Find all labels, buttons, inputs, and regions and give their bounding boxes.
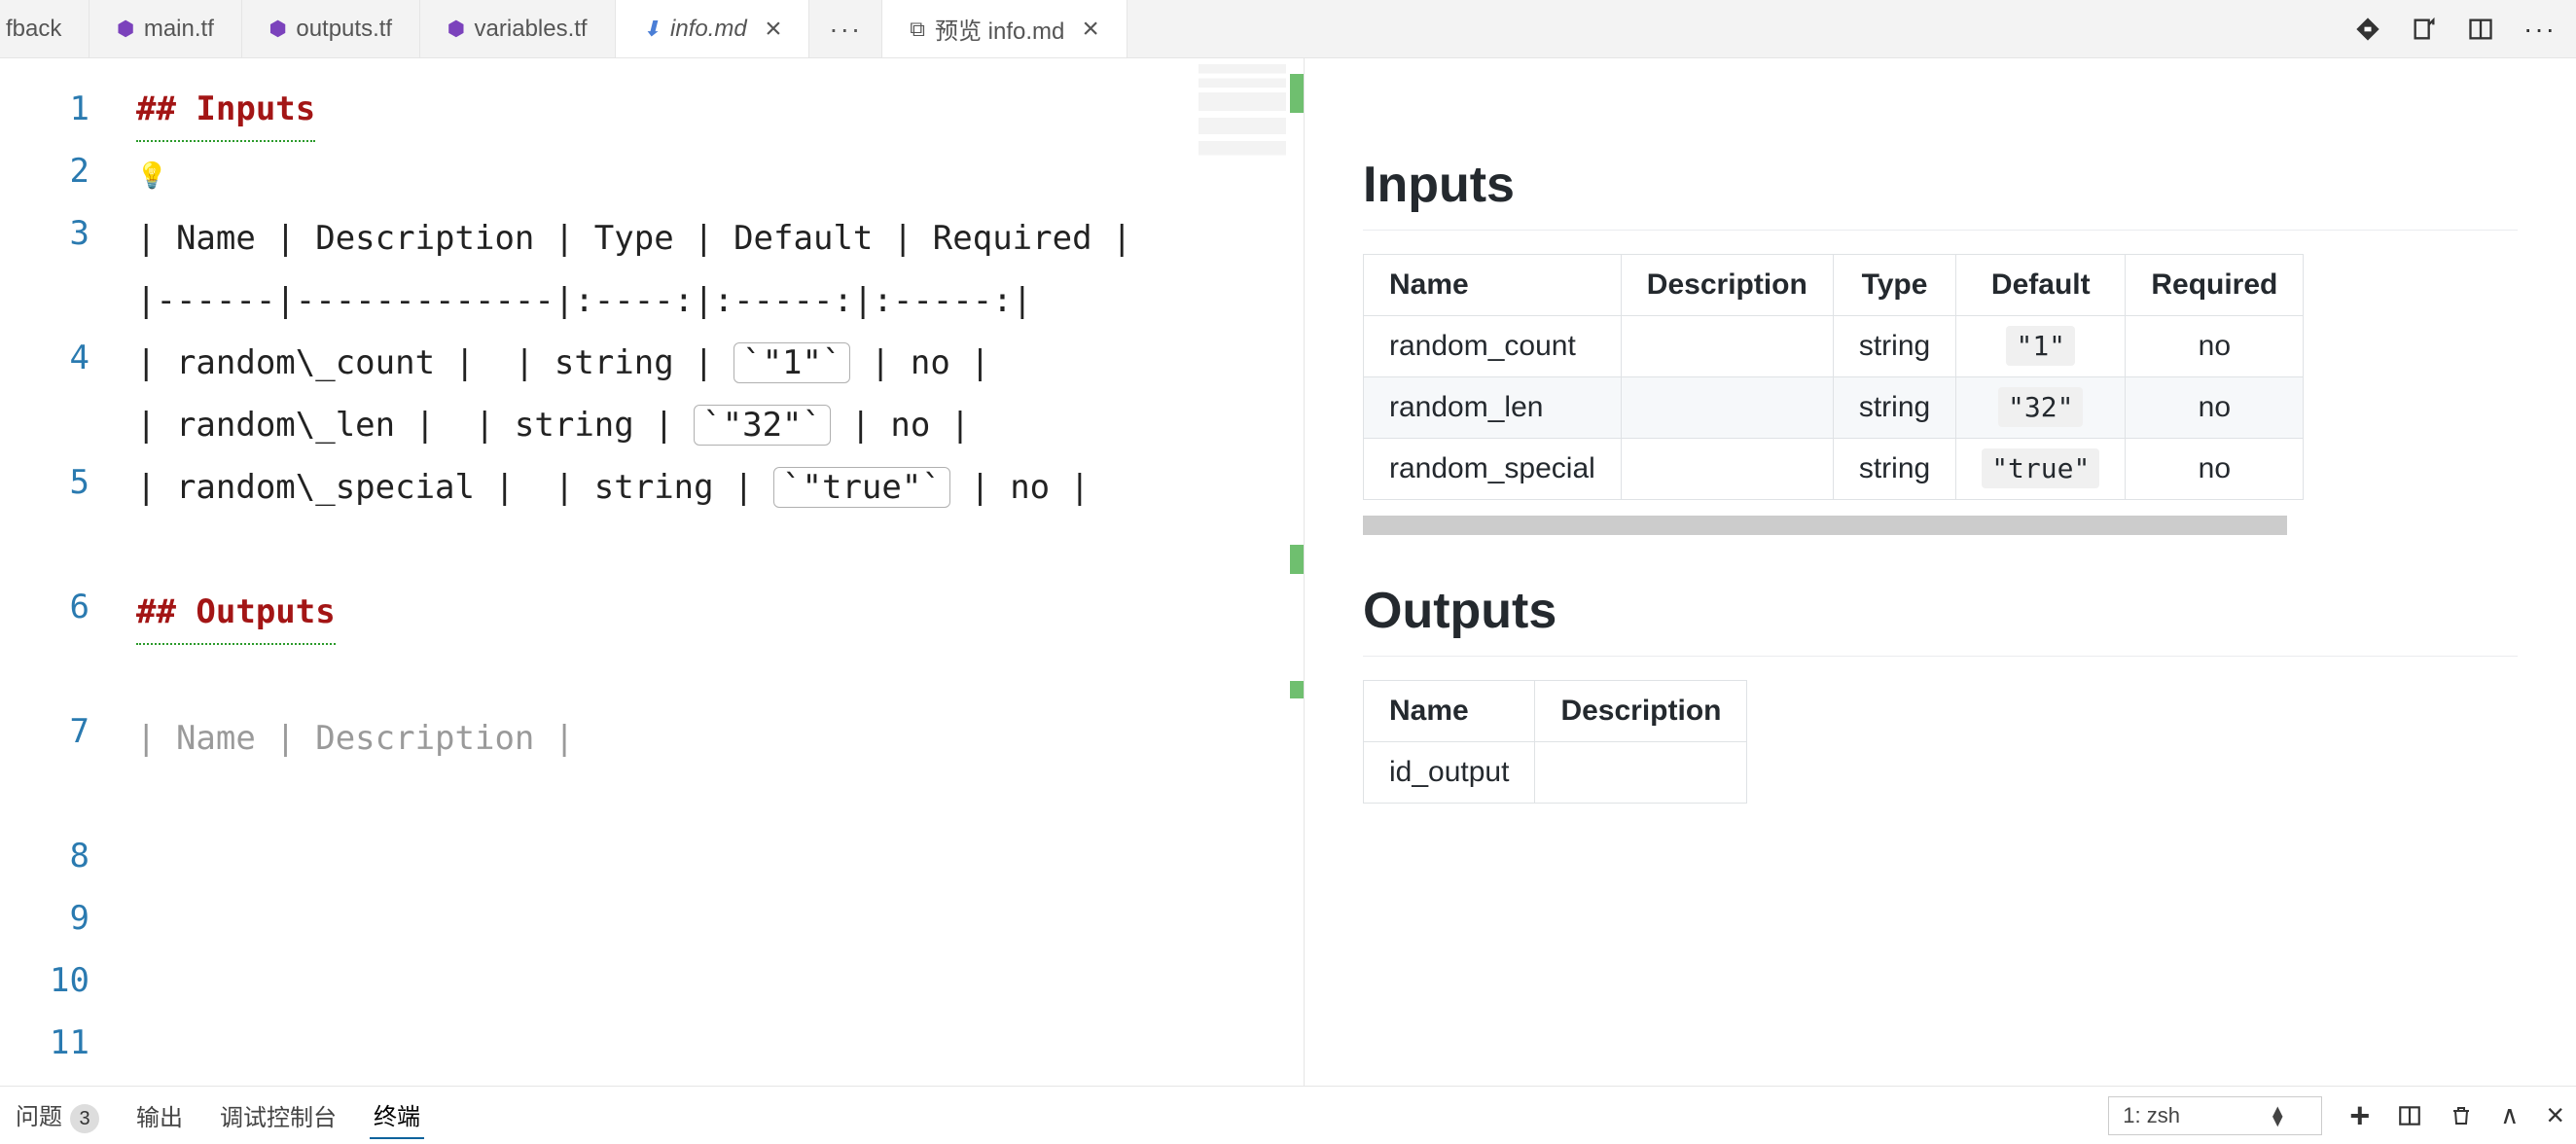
tab-preview-info-md[interactable]: ⧉预览 info.md× <box>881 0 1127 57</box>
maximize-panel-button[interactable]: ∧ <box>2500 1100 2519 1130</box>
col-description: Description <box>1535 681 1747 742</box>
col-name: Name <box>1364 681 1535 742</box>
code-line <box>136 518 1304 581</box>
code-content[interactable]: ## Inputs 💡 | Name | Description | Type … <box>117 58 1304 1086</box>
close-panel-button[interactable]: × <box>2546 1097 2564 1133</box>
code-line: | Name | Description | <box>136 707 1304 769</box>
code-line: | random\_special | | string | `"true"` … <box>136 456 1304 518</box>
col-required: Required <box>2126 255 2304 316</box>
col-name: Name <box>1364 255 1622 316</box>
tab-main-tf[interactable]: ⬢main.tf <box>89 0 242 57</box>
more-actions-icon[interactable]: ··· <box>2523 14 2557 45</box>
terraform-icon: ⬢ <box>269 17 286 41</box>
terraform-icon: ⬢ <box>447 17 464 41</box>
terraform-icon: ⬢ <box>117 17 133 41</box>
overview-ruler[interactable] <box>1290 58 1304 1086</box>
problems-count-badge: 3 <box>70 1104 99 1133</box>
table-row: random_len string "32" no <box>1364 377 2304 439</box>
horizontal-scrollbar[interactable] <box>1363 516 2287 535</box>
md-heading: ## Outputs <box>136 581 336 645</box>
chevron-updown-icon: ▲▼ <box>2269 1106 2286 1126</box>
panel-tab-terminal[interactable]: 终端 <box>370 1091 424 1139</box>
col-type: Type <box>1833 255 1955 316</box>
code-line: | random\_count | | string | `"1"` | no … <box>136 332 1304 394</box>
code-line: | Name | Description | Type | Default | … <box>136 207 1304 269</box>
preview-icon: ⧉ <box>910 17 925 42</box>
source-editor[interactable]: 1 2 3 4 5 6 7 8 9 10 11 ## Inputs 💡 | Na… <box>0 58 1304 1086</box>
outputs-table: Name Description id_output <box>1363 680 1747 804</box>
close-icon[interactable]: × <box>1082 15 1099 44</box>
terminal-selector[interactable]: 1: zsh ▲▼ <box>2108 1096 2322 1135</box>
markdown-preview: Inputs Name Description Type Default Req… <box>1304 58 2576 1086</box>
kill-terminal-button[interactable] <box>2450 1103 2473 1128</box>
table-row: id_output <box>1364 742 1747 804</box>
lightbulb-icon[interactable]: 💡 <box>136 161 167 191</box>
split-terminal-button[interactable] <box>2397 1103 2422 1128</box>
new-terminal-button[interactable]: + <box>2349 1095 2370 1136</box>
panel-tab-output[interactable]: 输出 <box>132 1092 187 1138</box>
editor-tab-bar: fback ⬢main.tf ⬢outputs.tf ⬢variables.tf… <box>0 0 2576 58</box>
code-line <box>136 645 1304 707</box>
diff-icon[interactable] <box>2354 16 2381 43</box>
tab-variables-tf[interactable]: ⬢variables.tf <box>420 0 616 57</box>
close-icon[interactable]: × <box>765 15 782 44</box>
editor-actions: ··· <box>2335 0 2576 57</box>
panel-tab-problems[interactable]: 问题3 <box>12 1091 103 1140</box>
panel-tab-debug-console[interactable]: 调试控制台 <box>216 1092 340 1138</box>
tab-outputs-tf[interactable]: ⬢outputs.tf <box>242 0 420 57</box>
inputs-table: Name Description Type Default Required r… <box>1363 254 2304 500</box>
col-default: Default <box>1956 255 2126 316</box>
code-line: | random\_len | | string | `"32"` | no | <box>136 394 1304 456</box>
tab-overflow-button[interactable]: ··· <box>809 0 881 57</box>
table-row: random_count string "1" no <box>1364 316 2304 377</box>
open-changes-icon[interactable] <box>2411 16 2438 43</box>
col-description: Description <box>1621 255 1833 316</box>
preview-heading-outputs: Outputs <box>1363 582 2518 657</box>
split-editor-icon[interactable] <box>2467 16 2494 43</box>
md-heading: ## Inputs <box>136 78 315 142</box>
markdown-icon: ⬇ <box>643 17 661 42</box>
line-number-gutter: 1 2 3 4 5 6 7 8 9 10 11 <box>0 58 117 1086</box>
code-line: |------|-------------|:----:|:-----:|:--… <box>136 269 1304 332</box>
tab-fback[interactable]: fback <box>0 0 89 57</box>
bottom-panel: 问题3 输出 调试控制台 终端 1: zsh ▲▼ + ∧ × <box>0 1086 2576 1144</box>
minimap[interactable] <box>1199 64 1286 181</box>
table-row: random_special string "true" no <box>1364 439 2304 500</box>
tab-info-md[interactable]: ⬇info.md× <box>616 0 810 57</box>
preview-heading-inputs: Inputs <box>1363 156 2518 231</box>
